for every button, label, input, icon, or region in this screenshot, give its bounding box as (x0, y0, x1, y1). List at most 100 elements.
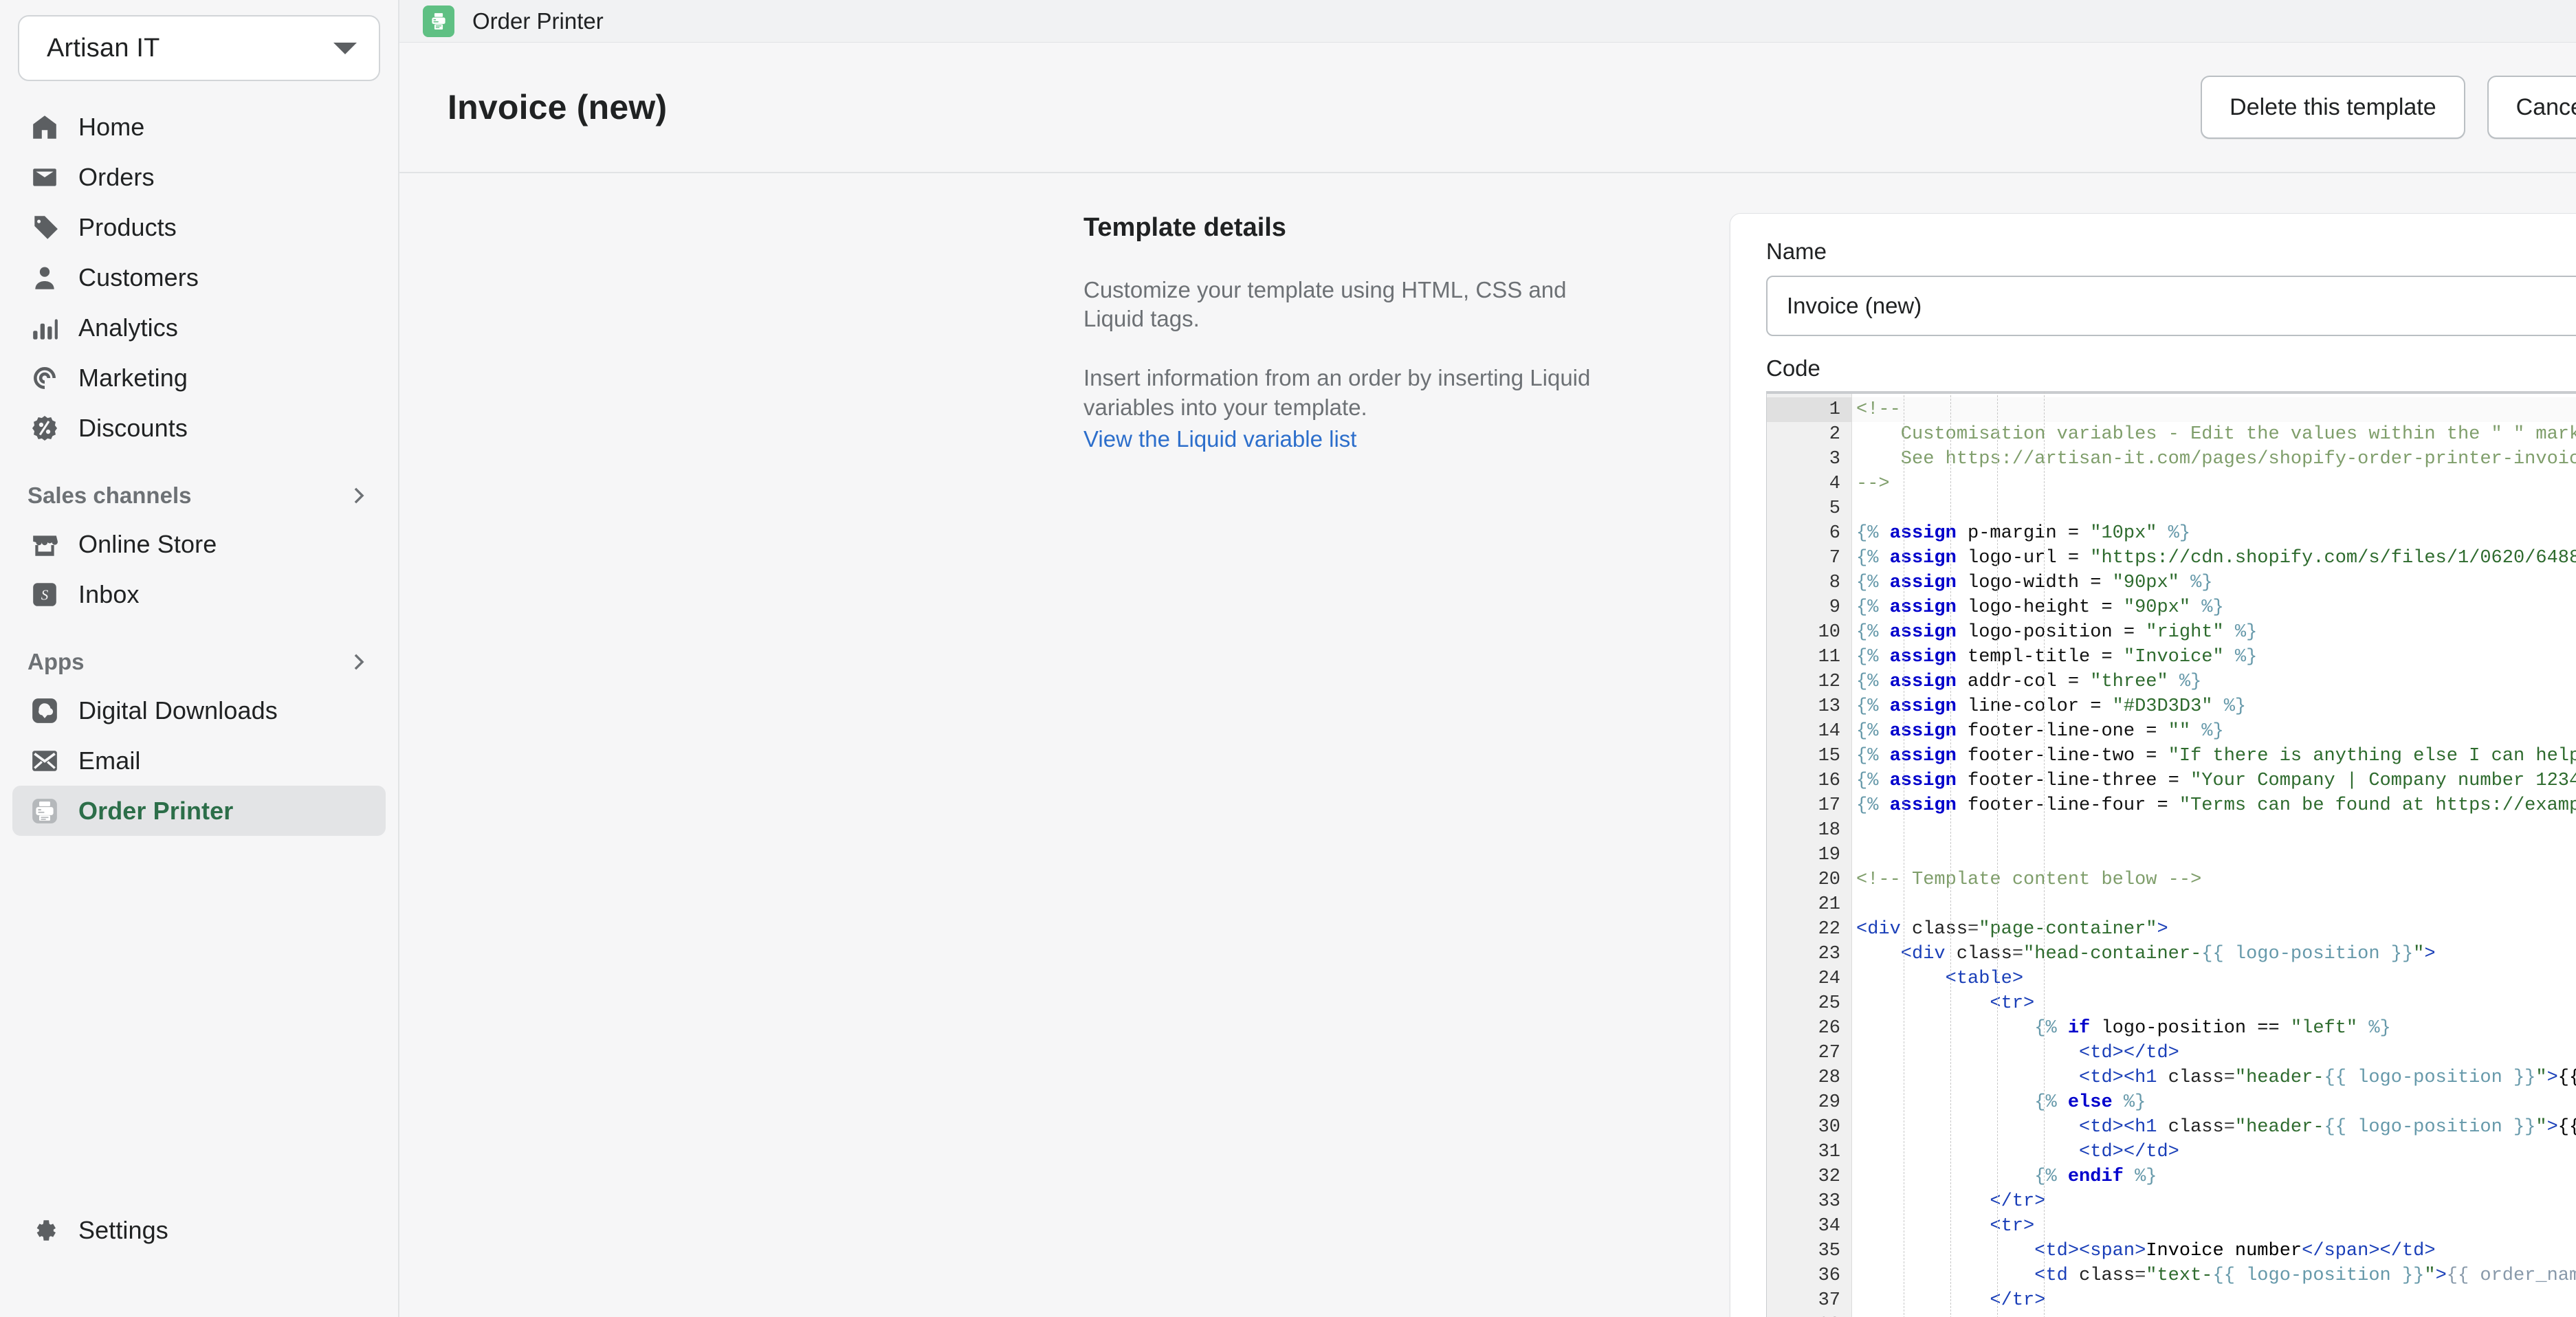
code-line[interactable]: <div class="head-container-{{ logo-posit… (1852, 942, 2576, 966)
code-token: %} (2190, 721, 2224, 742)
code-token: --> (1856, 474, 1890, 494)
code-line[interactable]: </tr> (1852, 1189, 2576, 1214)
code-line[interactable]: <tr> (1852, 991, 2576, 1016)
code-line[interactable]: {% else %} (1852, 1090, 2576, 1115)
liquid-variable-list-link[interactable]: View the Liquid variable list (1083, 426, 1356, 452)
sidebar-item-products[interactable]: Products (12, 202, 386, 252)
sidebar-item-order-printer[interactable]: Order Printer (12, 786, 386, 836)
sidebar-item-orders[interactable]: Orders (12, 152, 386, 202)
chevron-right-icon[interactable] (347, 484, 371, 507)
code-line[interactable] (1852, 818, 2576, 843)
editor-code-area[interactable]: <!-- Customisation variables - Edit the … (1852, 392, 2576, 1317)
sidebar-item-discounts[interactable]: Discounts (12, 403, 386, 453)
code-editor[interactable]: 1 2 3 4 5 6 7 8 9 10 11 12 13 14 15 16 17 18 19 20 21 22 23 24 2… (1766, 391, 2576, 1317)
code-line[interactable]: <td><span>Invoice number</span></td> (1852, 1239, 2576, 1263)
code-line[interactable] (1852, 843, 2576, 867)
code-line[interactable]: <td><h1 class="header-{{ logo-position }… (1852, 1065, 2576, 1090)
sales-channels-title: Sales channels (27, 483, 192, 508)
code-line[interactable]: <td class="text-{{ logo-position }}">{{ … (1852, 1263, 2576, 1288)
sidebar-item-label: Analytics (78, 313, 178, 342)
code-line[interactable]: {% assign footer-line-two = "If there is… (1852, 744, 2576, 768)
sidebar-item-settings[interactable]: Settings (12, 1205, 386, 1255)
delete-template-button[interactable]: Delete this template (2201, 76, 2465, 139)
code-token: <td></td> (1856, 1043, 2179, 1063)
person-icon (27, 261, 62, 295)
sales-channels-nav: Online Store S Inbox (0, 519, 398, 619)
code-token: %} (2357, 1018, 2391, 1039)
store-switcher[interactable]: Artisan IT (18, 15, 380, 81)
inbox-shopify-icon: S (27, 577, 62, 612)
page-actions: Delete this template Cancel Save (2201, 76, 2576, 139)
code-line[interactable]: --> (1852, 472, 2576, 496)
code-token: {% (1856, 746, 1890, 766)
svg-text:S: S (41, 586, 49, 603)
code-line[interactable] (1852, 496, 2576, 521)
code-line[interactable]: <td></td> (1852, 1041, 2576, 1065)
code-line[interactable]: {% assign logo-width = "90px" %} (1852, 571, 2576, 595)
sidebar-item-email[interactable]: Email (12, 735, 386, 786)
line-number: 9 (1829, 597, 1840, 618)
apps-section-header[interactable]: Apps (27, 643, 371, 681)
code-token: %} (2223, 622, 2258, 643)
code-token: assign (1889, 771, 1957, 791)
code-token: {{ logo-position }} (2201, 944, 2414, 964)
code-token: <td></td> (1856, 1142, 2179, 1162)
sidebar-item-home[interactable]: Home (12, 102, 386, 152)
template-name-input[interactable] (1766, 276, 2576, 336)
code-line[interactable]: {% assign footer-line-three = "Your Comp… (1852, 768, 2576, 793)
code-line[interactable]: {% assign p-margin = "10px" %} (1852, 521, 2576, 546)
code-line[interactable]: <div class="page-container"> (1852, 917, 2576, 942)
main-area: Order Printer Invoice (new) Delete this … (399, 0, 2576, 1317)
sidebar-item-customers[interactable]: Customers (12, 252, 386, 302)
code-line[interactable]: {% endif %} (1852, 1164, 2576, 1189)
code-line[interactable]: {% assign addr-col = "three" %} (1852, 669, 2576, 694)
code-token: <div (1856, 944, 1957, 964)
line-number: 10 (1818, 622, 1840, 643)
line-number: 28 (1818, 1067, 1840, 1088)
sidebar-item-online-store[interactable]: Online Store (12, 519, 386, 569)
sidebar-item-inbox[interactable]: S Inbox (12, 569, 386, 619)
code-token: = (2135, 1265, 2146, 1286)
code-line[interactable]: <!-- Template content below --> (1852, 867, 2576, 892)
code-line[interactable]: See https://artisan-it.com/pages/shopify… (1852, 447, 2576, 472)
code-line[interactable]: <td><h1 class="header-{{ logo-position }… (1852, 1115, 2576, 1140)
code-line[interactable]: <table> (1852, 966, 2576, 991)
code-line[interactable]: <!-- (1852, 397, 2576, 422)
code-line[interactable]: {% assign line-color = "#D3D3D3" %} (1852, 694, 2576, 719)
sidebar-item-label: Email (78, 746, 141, 775)
code-token: {% (1856, 795, 1890, 816)
code-token: = (2012, 944, 2024, 964)
code-line[interactable] (1852, 892, 2576, 917)
code-line[interactable]: </tr> (1852, 1288, 2576, 1313)
sidebar-item-digital-downloads[interactable]: Digital Downloads (12, 685, 386, 735)
code-token: "#D3D3D3" (2112, 696, 2213, 717)
code-token: "three" (2090, 672, 2168, 692)
line-number: 35 (1818, 1241, 1840, 1261)
code-token: {% (1856, 672, 1890, 692)
code-token: {{ order_name }} (2446, 1265, 2576, 1286)
code-token: {{ logo-position }} (2324, 1117, 2536, 1138)
code-line[interactable]: <tr> (1852, 1313, 2576, 1317)
code-line[interactable]: {% assign templ-title = "Invoice" %} (1852, 645, 2576, 669)
code-line[interactable]: {% assign footer-line-four = "Terms can … (1852, 793, 2576, 818)
code-line[interactable]: Customisation variables - Edit the value… (1852, 422, 2576, 447)
chevron-down-icon (333, 42, 357, 54)
cancel-button[interactable]: Cancel (2487, 76, 2576, 139)
code-token: footer-line-four = (1956, 795, 2179, 816)
code-line[interactable]: {% assign logo-height = "90px" %} (1852, 595, 2576, 620)
code-token: %} (2123, 1166, 2157, 1187)
code-token: {{ templ-title (2557, 1117, 2576, 1138)
sidebar-item-label: Discounts (78, 413, 188, 442)
code-token: <!-- (1856, 399, 1901, 420)
code-line[interactable]: {% assign footer-line-one = "" %} (1852, 719, 2576, 744)
code-line[interactable]: <td></td> (1852, 1140, 2576, 1164)
sidebar-item-analytics[interactable]: Analytics (12, 302, 386, 353)
code-line[interactable]: {% if logo-position == "left" %} (1852, 1016, 2576, 1041)
code-token: %} (2112, 1092, 2146, 1113)
sales-channels-section-header[interactable]: Sales channels (27, 476, 371, 515)
code-line[interactable]: {% assign logo-position = "right" %} (1852, 620, 2576, 645)
code-line[interactable]: <tr> (1852, 1214, 2576, 1239)
sidebar-item-marketing[interactable]: Marketing (12, 353, 386, 403)
chevron-right-icon[interactable] (347, 650, 371, 674)
code-line[interactable]: {% assign logo-url = "https://cdn.shopif… (1852, 546, 2576, 571)
